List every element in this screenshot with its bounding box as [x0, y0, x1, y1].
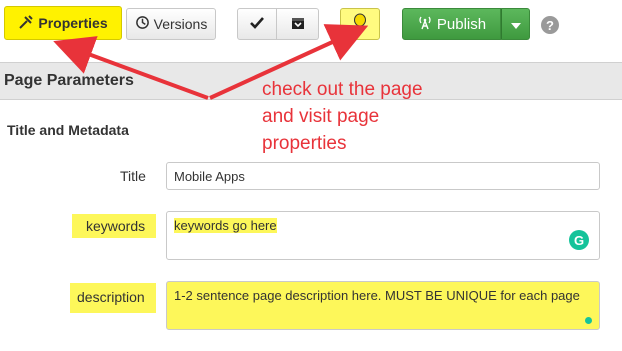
annotation-arrows [53, 24, 369, 100]
arrow-to-properties [53, 36, 209, 100]
arrow-to-lightbulb [209, 24, 369, 100]
